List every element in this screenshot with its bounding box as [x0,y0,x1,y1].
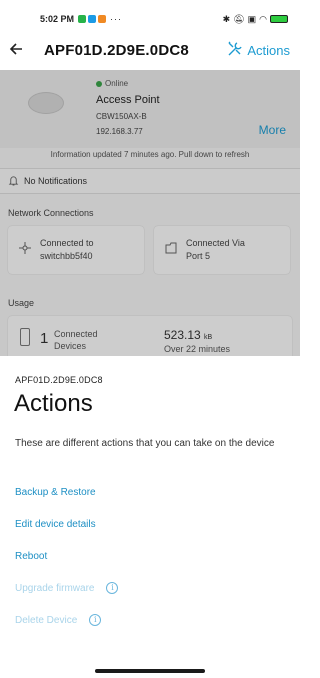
reboot-option[interactable]: Reboot [15,551,47,562]
app-notification-icon [78,15,87,23]
battery-icon [270,15,288,23]
upgrade-firmware-option[interactable]: Upgrade firmware i [15,582,119,594]
bluetooth-icon: ✱ [222,13,231,24]
page-title: APF01D.2D9E.0DC8 [44,41,189,59]
actions-bottom-sheet: APF01D.2D9E.0DC8 Actions These are diffe… [0,356,300,678]
no-sim-icon: ▣ [247,13,257,24]
upgrade-firmware-label: Upgrade firmware [15,582,95,594]
sheet-subtitle: APF01D.2D9E.0DC8 [15,375,103,385]
mute-icon: 🔕︎ [233,13,245,24]
back-arrow-icon[interactable] [0,40,32,61]
delete-device-label: Delete Device [15,614,78,626]
app-bar: APF01D.2D9E.0DC8 Actions [0,30,300,70]
sheet-title: Actions [14,390,93,417]
edit-device-details-option[interactable]: Edit device details [15,519,96,530]
backup-restore-label: Backup & Restore [15,487,96,498]
tools-icon [227,41,243,60]
app-notification-icon [98,15,107,23]
status-time: 5:02 PM [40,14,75,24]
modal-scrim[interactable] [0,70,300,360]
edit-device-details-label: Edit device details [15,519,96,530]
info-icon[interactable]: i [106,582,119,594]
info-icon[interactable]: i [89,614,102,626]
more-notifications-indicator: ··· [110,14,123,24]
reboot-label: Reboot [15,551,48,562]
delete-device-option[interactable]: Delete Device i [15,614,102,626]
home-indicator [95,669,205,673]
actions-button[interactable]: Actions [227,41,300,60]
actions-label: Actions [247,42,290,58]
system-status-icons: ✱ 🔕︎ ▣ ◠ [223,14,288,25]
app-notification-icon [88,15,97,23]
notification-icons [78,15,107,23]
sheet-description: These are different actions that you can… [15,438,275,449]
backup-restore-option[interactable]: Backup & Restore [15,487,96,498]
wifi-icon: ◠ [259,13,267,24]
